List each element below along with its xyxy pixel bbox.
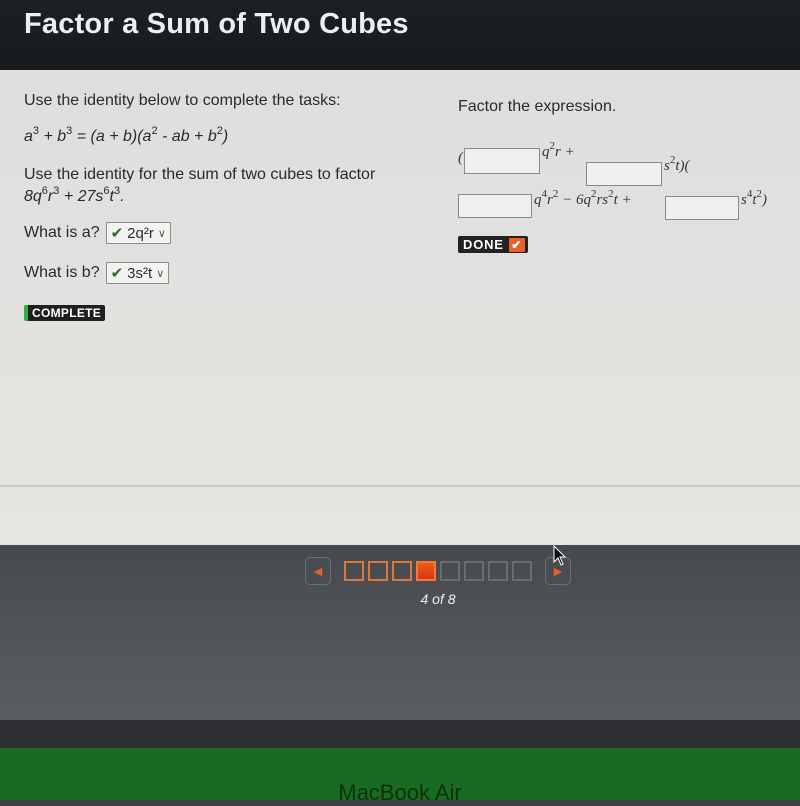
question-b-label: What is b? <box>24 264 100 281</box>
page-square-8[interactable] <box>512 561 532 581</box>
factor-line-1: ( q2r + s2t)( <box>458 141 798 188</box>
chevron-down-icon: ∨ <box>157 227 166 240</box>
answer-box-1[interactable] <box>464 148 540 174</box>
page-square-4[interactable] <box>416 561 436 581</box>
checkmark-icon: ✔ <box>110 265 124 282</box>
task-text: Use the identity for the sum of two cube… <box>24 166 376 183</box>
navigation-bar: ◀ ▶ 4 of 8 <box>0 545 800 720</box>
answer-a-value: 2q²r <box>127 224 154 242</box>
answer-box-2[interactable] <box>586 162 662 186</box>
page-square-6[interactable] <box>464 561 484 581</box>
page-count: 4 of 8 <box>420 591 456 607</box>
checkmark-icon: ✔ <box>508 237 525 252</box>
left-panel: Use the identity below to complete the t… <box>24 90 434 322</box>
factor-instruction: Factor the expression. <box>458 98 617 115</box>
factor-line-2: q4r2 − 6q2rs2t + s4t2) <box>458 188 798 222</box>
answer-b-value: 3s²t <box>127 264 153 282</box>
answer-box-3[interactable] <box>458 194 532 218</box>
identity-formula: a3 + b3 = (a + b)(a2 - ab + b2) <box>24 125 229 146</box>
checkmark-icon: ✔ <box>110 225 124 242</box>
page-square-5[interactable] <box>440 561 460 581</box>
answer-b-dropdown[interactable]: ✔ 3s²t ∨ <box>105 262 170 284</box>
activity-content: Use the identity below to complete the t… <box>0 70 800 545</box>
arrow-left-icon: ◀ <box>313 565 323 578</box>
page-square-7[interactable] <box>488 561 508 581</box>
answer-box-4[interactable] <box>665 196 739 220</box>
done-button[interactable]: DONE ✔ <box>458 236 528 253</box>
device-label: MacBook Air <box>338 780 462 805</box>
question-a: What is a? ✔ 2q²r ∨ <box>24 222 434 244</box>
target-expression: 8q6r3 + 27s6t3. <box>24 185 125 206</box>
divider <box>0 485 800 487</box>
page-square-1[interactable] <box>344 561 364 581</box>
instruction-text: Use the identity below to complete the t… <box>24 92 341 109</box>
page-indicator <box>344 561 532 581</box>
previous-page-button[interactable]: ◀ <box>305 557 331 585</box>
mouse-cursor-icon <box>553 545 567 566</box>
page-square-3[interactable] <box>392 561 412 581</box>
page-square-2[interactable] <box>368 561 388 581</box>
answer-a-dropdown[interactable]: ✔ 2q²r ∨ <box>105 222 171 244</box>
screen-bezel <box>0 720 800 748</box>
complete-badge: COMPLETE <box>24 305 106 321</box>
title-bar: Factor a Sum of Two Cubes <box>0 0 800 70</box>
chevron-down-icon: ∨ <box>156 267 165 280</box>
question-b: What is b? ✔ 3s²t ∨ <box>24 262 434 284</box>
page-title: Factor a Sum of Two Cubes <box>24 8 409 40</box>
question-a-label: What is a? <box>24 224 100 241</box>
right-panel: Factor the expression. ( q2r + s2t)( q4r… <box>458 96 798 254</box>
